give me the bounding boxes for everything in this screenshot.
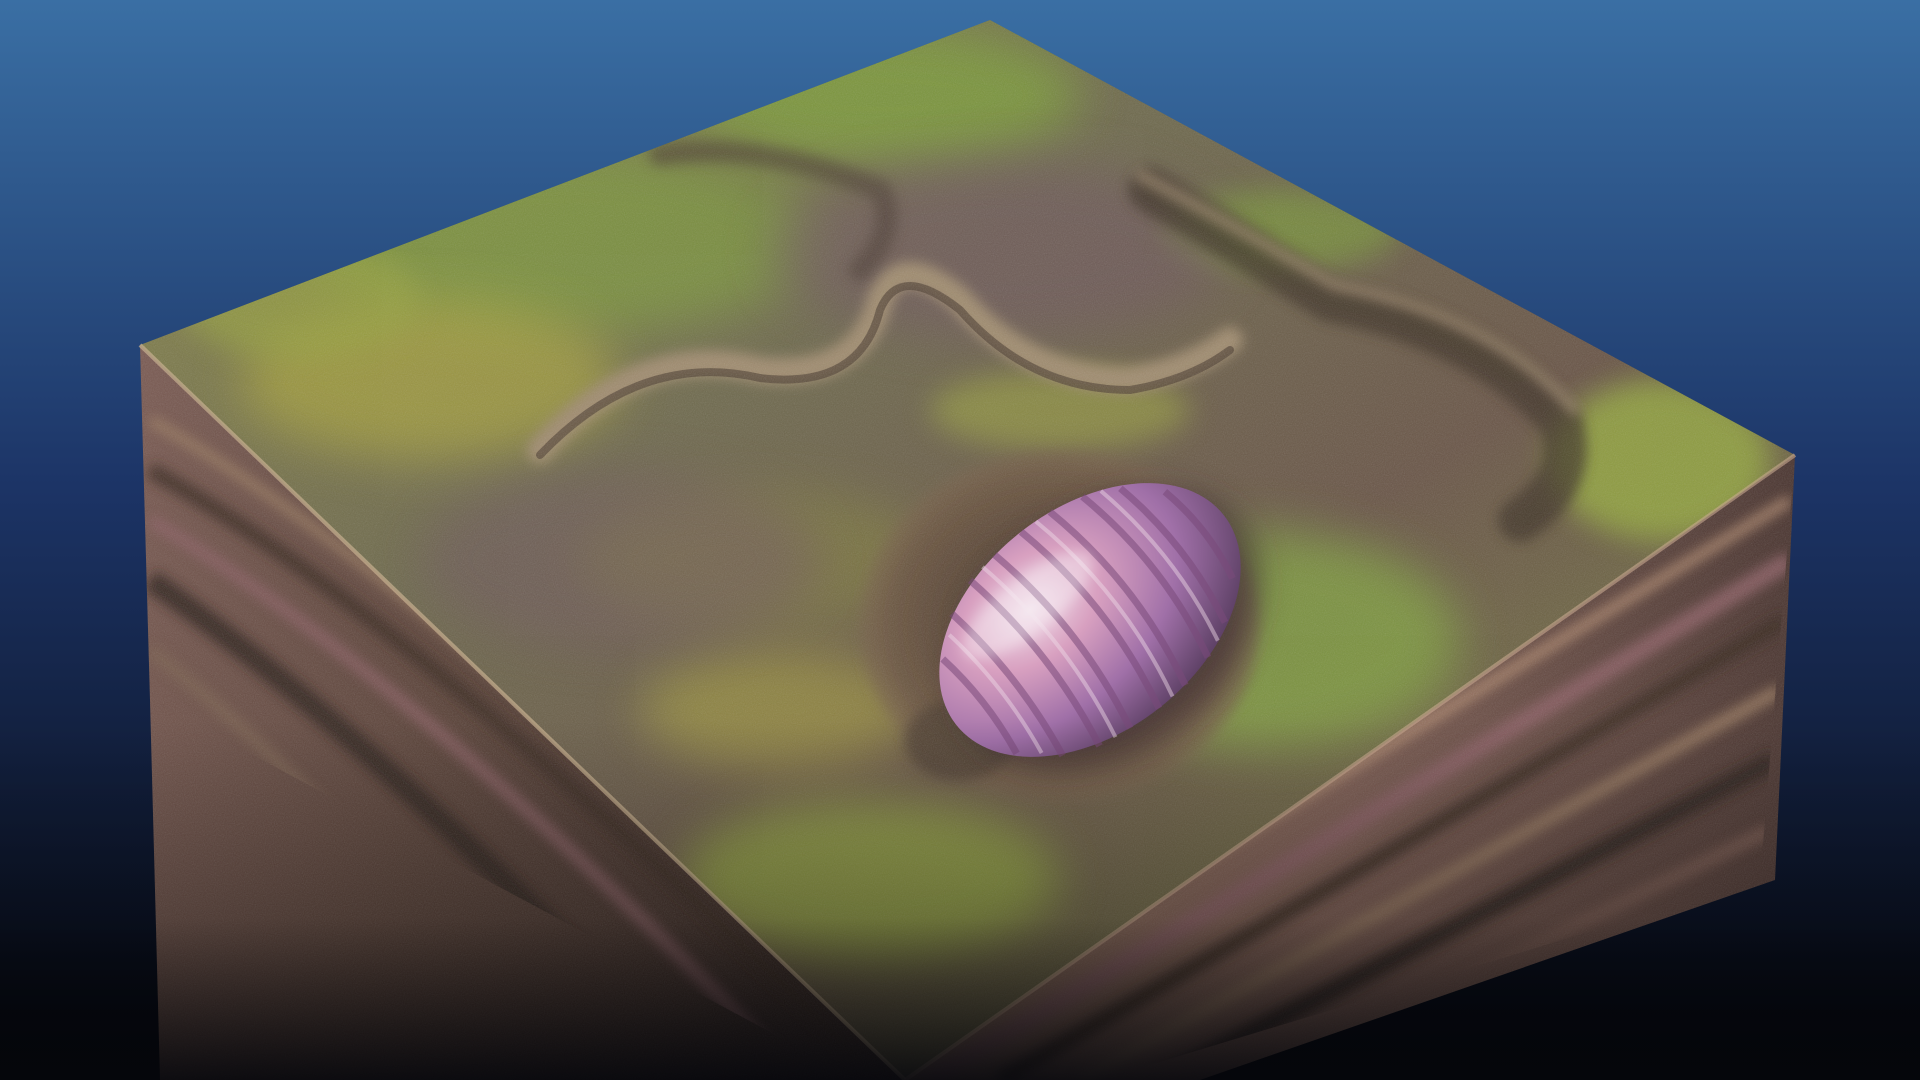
- illustration-canvas: [0, 0, 1920, 1080]
- bottom-vignette: [0, 720, 1920, 1080]
- scene: [0, 0, 1920, 1080]
